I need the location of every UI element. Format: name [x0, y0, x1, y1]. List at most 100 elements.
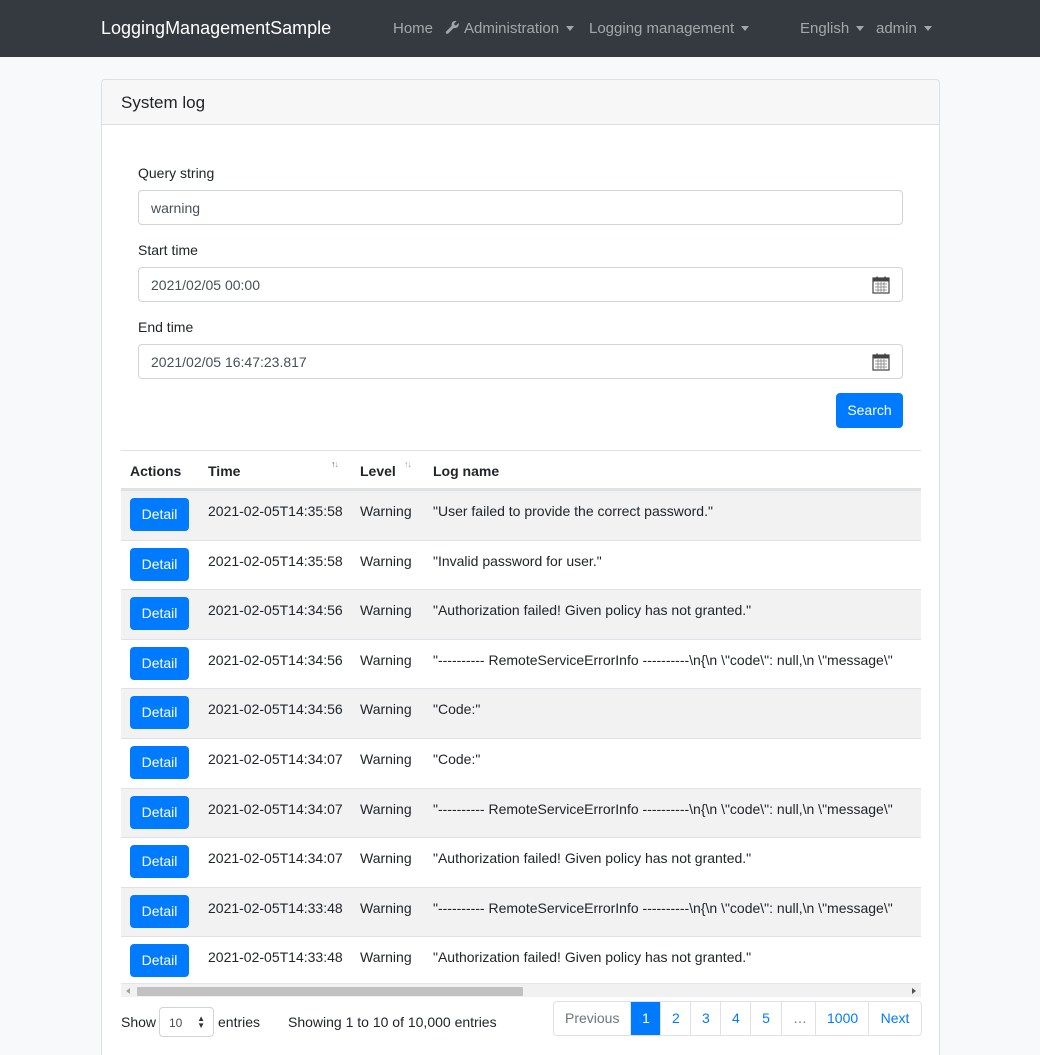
- detail-button[interactable]: Detail: [130, 894, 189, 928]
- cell-log-name: "---------- RemoteServiceErrorInfo -----…: [433, 800, 893, 817]
- query-string-input[interactable]: warning: [138, 190, 903, 225]
- table-row: Detail 2021-02-05T14:33:48 Warning "----…: [121, 886, 921, 937]
- language-dropdown[interactable]: English: [800, 20, 865, 37]
- cell-log-name: "Code:": [433, 751, 481, 767]
- cell-log-name: "---------- RemoteServiceErrorInfo -----…: [433, 899, 893, 916]
- start-time-label: Start time: [138, 242, 198, 258]
- detail-button[interactable]: Detail: [130, 746, 189, 779]
- nav-administration-label: Administration: [464, 20, 560, 37]
- cell-level: Warning: [360, 552, 412, 569]
- sort-icon[interactable]: ↑↓: [331, 459, 339, 469]
- detail-button[interactable]: Detail: [130, 498, 189, 531]
- cell-time: 2021-02-05T14:34:07: [208, 850, 343, 867]
- table-row: Detail 2021-02-05T14:34:56 Warning "Code…: [121, 688, 921, 738]
- table-row: Detail 2021-02-05T14:34:56 Warning "Auth…: [121, 589, 921, 639]
- page-title: System log: [121, 93, 206, 112]
- card-header: System log: [102, 80, 939, 125]
- language-label: English: [800, 20, 850, 37]
- cell-time: 2021-02-05T14:33:48: [208, 949, 343, 966]
- table-row: Detail 2021-02-05T14:34:56 Warning "----…: [121, 638, 921, 689]
- pagination-page-1[interactable]: 1: [630, 1002, 660, 1035]
- end-time-input[interactable]: 2021/02/05 16:47:23.817: [138, 344, 903, 379]
- cell-time: 2021-02-05T14:35:58: [208, 503, 343, 519]
- table-row: Detail 2021-02-05T14:34:07 Warning "Code…: [121, 738, 921, 788]
- user-label: admin: [876, 20, 917, 37]
- brand-link[interactable]: LoggingManagementSample: [101, 18, 331, 39]
- pagination-page-5[interactable]: 5: [750, 1002, 781, 1035]
- detail-button[interactable]: Detail: [130, 646, 189, 680]
- system-log-card: System log Query string warning Start ti…: [101, 79, 940, 1055]
- show-label: Show: [121, 1014, 157, 1030]
- column-header-time[interactable]: Time: [208, 463, 240, 479]
- scroll-left-arrow-icon[interactable]: [126, 988, 130, 994]
- detail-button[interactable]: Detail: [130, 845, 189, 879]
- start-time-value: 2021/02/05 00:00: [151, 277, 260, 293]
- pagination-page-4[interactable]: 4: [720, 1002, 750, 1035]
- scroll-right-arrow-icon[interactable]: [912, 988, 916, 994]
- end-time-value: 2021/02/05 16:47:23.817: [151, 354, 307, 370]
- cell-level: Warning: [360, 899, 412, 916]
- pagination-page-1000[interactable]: 1000: [815, 1002, 868, 1035]
- cell-log-name: "---------- RemoteServiceErrorInfo -----…: [433, 651, 893, 668]
- cell-time: 2021-02-05T14:34:56: [208, 602, 343, 619]
- detail-button[interactable]: Detail: [130, 944, 189, 978]
- wrench-icon: [445, 20, 459, 34]
- table-header: Actions Time ↑↓ Level ↑↓ Log name: [121, 450, 921, 490]
- sort-icon[interactable]: ↑↓: [404, 459, 412, 469]
- horizontal-scrollbar[interactable]: [121, 983, 921, 997]
- table-row: Detail 2021-02-05T14:35:58 Warning "Inva…: [121, 539, 921, 590]
- pagination-page-2[interactable]: 2: [660, 1002, 690, 1035]
- table-info: Showing 1 to 10 of 10,000 entries: [288, 1014, 497, 1030]
- cell-level: Warning: [360, 651, 412, 668]
- cell-time: 2021-02-05T14:34:56: [208, 701, 343, 718]
- nav-logging-management-dropdown[interactable]: Logging management: [589, 20, 750, 37]
- chevron-down-icon: [566, 25, 575, 31]
- search-button[interactable]: Search: [836, 393, 903, 428]
- scrollbar-thumb[interactable]: [137, 987, 523, 996]
- table-row: Detail 2021-02-05T14:33:48 Warning "Auth…: [121, 936, 921, 986]
- pagination-ellipsis: …: [781, 1002, 815, 1035]
- end-time-label: End time: [138, 319, 194, 335]
- entries-label: entries: [218, 1014, 261, 1030]
- user-dropdown[interactable]: admin: [876, 20, 932, 37]
- table-row: Detail 2021-02-05T14:34:07 Warning "Auth…: [121, 837, 921, 887]
- cell-log-name: "Authorization failed! Given policy has …: [433, 602, 752, 619]
- nav-administration-dropdown[interactable]: Administration: [445, 20, 575, 37]
- chevron-down-icon: [856, 25, 865, 31]
- cell-level: Warning: [360, 751, 412, 767]
- column-header-level[interactable]: Level: [360, 463, 396, 479]
- pagination-page-3[interactable]: 3: [690, 1002, 720, 1035]
- cell-log-name: "User failed to provide the correct pass…: [433, 503, 713, 519]
- column-header-actions: Actions: [130, 463, 182, 479]
- cell-level: Warning: [360, 701, 412, 718]
- cell-log-name: "Invalid password for user.": [433, 552, 602, 569]
- pagination-previous[interactable]: Previous: [554, 1002, 630, 1035]
- page-size-select[interactable]: 10 ▲ ▼: [159, 1007, 214, 1037]
- cell-time: 2021-02-05T14:34:07: [208, 751, 343, 767]
- cell-time: 2021-02-05T14:34:07: [208, 800, 343, 817]
- column-header-log-name[interactable]: Log name: [433, 463, 499, 479]
- cell-time: 2021-02-05T14:34:56: [208, 651, 343, 668]
- chevron-down-icon: [741, 25, 750, 31]
- calendar-icon[interactable]: [872, 353, 890, 371]
- detail-button[interactable]: Detail: [130, 696, 189, 730]
- chevron-down-icon: [923, 25, 932, 31]
- nav-home-link[interactable]: Home: [393, 20, 433, 37]
- page-size-value: 10: [169, 1016, 183, 1030]
- cell-log-name: "Code:": [433, 701, 481, 718]
- cell-level: Warning: [360, 949, 412, 966]
- calendar-icon[interactable]: [872, 276, 890, 294]
- cell-log-name: "Authorization failed! Given policy has …: [433, 949, 752, 966]
- cell-time: 2021-02-05T14:35:58: [208, 552, 343, 569]
- detail-button[interactable]: Detail: [130, 795, 189, 829]
- pagination-next[interactable]: Next: [868, 1002, 921, 1035]
- cell-level: Warning: [360, 602, 412, 619]
- detail-button[interactable]: Detail: [130, 547, 189, 581]
- start-time-input[interactable]: 2021/02/05 00:00: [138, 267, 903, 302]
- cell-level: Warning: [360, 503, 412, 519]
- table-row: Detail 2021-02-05T14:34:07 Warning "----…: [121, 787, 921, 838]
- detail-button[interactable]: Detail: [130, 597, 189, 631]
- cell-time: 2021-02-05T14:33:48: [208, 899, 343, 916]
- cell-level: Warning: [360, 850, 412, 867]
- cell-level: Warning: [360, 800, 412, 817]
